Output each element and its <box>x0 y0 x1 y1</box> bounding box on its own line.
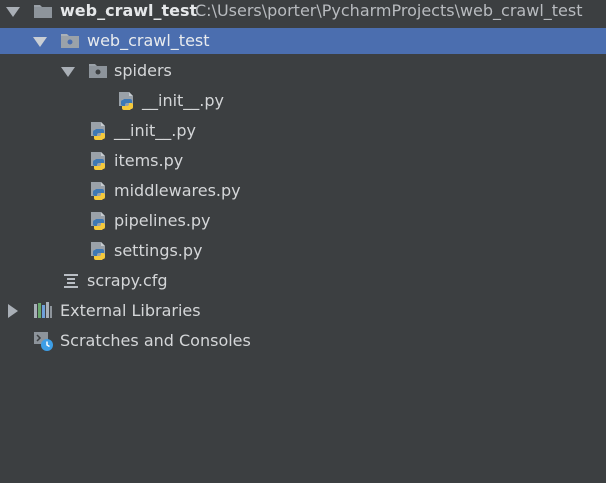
file-name: settings.py <box>114 241 203 260</box>
tree-row-web-crawl-test-package[interactable]: web_crawl_test <box>0 28 606 54</box>
tree-row-scratches-and-consoles[interactable]: Scratches and Consoles <box>0 328 606 354</box>
module-folder-icon <box>33 1 53 21</box>
external-libraries-label: External Libraries <box>60 301 201 320</box>
file-name: middlewares.py <box>114 181 241 200</box>
expand-arrow-icon[interactable] <box>8 304 18 318</box>
tree-row-external-libraries[interactable]: External Libraries <box>0 298 606 324</box>
spiders-folder-name: spiders <box>114 61 172 80</box>
file-name: items.py <box>114 151 184 170</box>
library-icon <box>33 301 53 321</box>
python-file-icon <box>89 151 109 171</box>
tree-row-file[interactable]: __init__.py <box>0 118 606 144</box>
package-folder-icon <box>60 31 80 51</box>
spiders-init-file-name: __init__.py <box>142 91 225 110</box>
root-project-path: C:\Users\porter\PycharmProjects\web_craw… <box>195 1 583 20</box>
python-file-icon <box>89 181 109 201</box>
tree-row-file[interactable]: items.py <box>0 148 606 174</box>
python-file-icon <box>89 211 109 231</box>
collapse-arrow-icon[interactable] <box>33 37 47 47</box>
root-project-name: web_crawl_test <box>60 1 198 20</box>
scratches-icon <box>33 331 53 351</box>
python-file-icon <box>117 91 137 111</box>
scratches-label: Scratches and Consoles <box>60 331 251 350</box>
config-file-name: scrapy.cfg <box>87 271 168 290</box>
python-file-icon <box>89 241 109 261</box>
collapse-arrow-icon[interactable] <box>6 7 20 17</box>
tree-row-config-file[interactable]: scrapy.cfg <box>0 268 606 294</box>
tree-row-root[interactable]: web_crawl_test C:\Users\porter\PycharmPr… <box>0 0 606 24</box>
package-name: web_crawl_test <box>87 31 210 50</box>
tree-row-file[interactable]: middlewares.py <box>0 178 606 204</box>
tree-row-spiders-folder[interactable]: spiders <box>0 58 606 84</box>
project-tree: web_crawl_test C:\Users\porter\PycharmPr… <box>0 0 606 483</box>
tree-row-file[interactable]: pipelines.py <box>0 208 606 234</box>
package-folder-icon <box>88 61 108 81</box>
python-file-icon <box>89 121 109 141</box>
collapse-arrow-icon[interactable] <box>61 67 75 77</box>
file-name: pipelines.py <box>114 211 211 230</box>
tree-row-file[interactable]: settings.py <box>0 238 606 264</box>
file-name: __init__.py <box>114 121 197 140</box>
tree-row-spiders-init-file[interactable]: __init__.py <box>0 88 606 114</box>
config-file-icon <box>61 271 81 291</box>
